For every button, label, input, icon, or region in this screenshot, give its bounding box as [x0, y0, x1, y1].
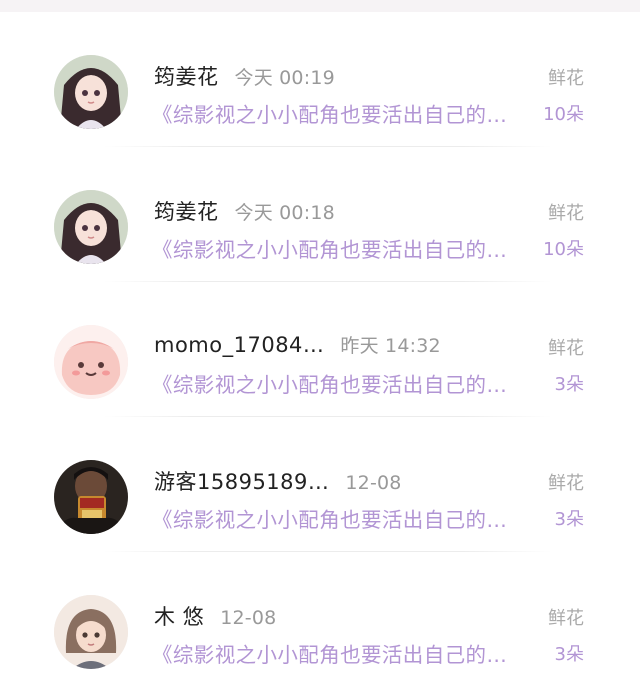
gift-type-label: 鲜花 [548, 68, 584, 89]
book-title-link[interactable]: 《综影视之小小配角也要活出自己的… [152, 98, 507, 128]
top-bar [0, 0, 640, 12]
pink-blob-avatar-icon[interactable] [54, 325, 128, 399]
sender-name-text[interactable]: momo_17084… [154, 333, 324, 357]
gift-type-label: 鲜花 [548, 473, 584, 494]
gift-time: 今天 00:19 [234, 67, 335, 89]
sender-name-text[interactable]: 筠姜花 [154, 65, 219, 89]
sender-name-text[interactable]: 筠姜花 [154, 200, 219, 224]
gift-count: 3朵 [554, 644, 584, 665]
gift-record-item[interactable]: 筠姜花 今天 00:18 《综影视之小小配角也要活出自己的… 鲜花 10朵 [0, 147, 640, 282]
anime-girl-avatar-icon[interactable] [54, 55, 128, 129]
sender-name[interactable]: 木 悠 12-08 [154, 601, 276, 631]
gift-count: 10朵 [543, 104, 584, 125]
photo-person-avatar-icon[interactable] [54, 460, 128, 534]
anime-girl-avatar-icon[interactable] [54, 190, 128, 264]
book-title-link[interactable]: 《综影视之小小配角也要活出自己的… [152, 233, 507, 263]
gift-count: 3朵 [554, 509, 584, 530]
book-title-link[interactable]: 《综影视之小小配角也要活出自己的… [152, 503, 507, 533]
book-title-link[interactable]: 《综影视之小小配角也要活出自己的… [152, 638, 507, 668]
gift-type-label: 鲜花 [548, 608, 584, 629]
gift-record-item[interactable]: momo_17084… 昨天 14:32 《综影视之小小配角也要活出自己的… 鲜花… [0, 282, 640, 417]
sender-name[interactable]: momo_17084… 昨天 14:32 [154, 331, 441, 358]
sender-name[interactable]: 筠姜花 今天 00:18 [154, 196, 335, 226]
book-title-link[interactable]: 《综影视之小小配角也要活出自己的… [152, 368, 507, 398]
gift-time: 昨天 14:32 [340, 335, 441, 357]
sender-name-text[interactable]: 木 悠 [154, 605, 204, 629]
gift-time: 今天 00:18 [234, 202, 335, 224]
gift-record-item[interactable]: 木 悠 12-08 《综影视之小小配角也要活出自己的… 鲜花 3朵 [0, 552, 640, 687]
gift-type-label: 鲜花 [548, 203, 584, 224]
gift-count: 3朵 [554, 374, 584, 395]
sender-name-text[interactable]: 游客15895189… [154, 470, 329, 494]
gift-time: 12-08 [220, 607, 277, 629]
gift-record-item[interactable]: 游客15895189… 12-08 《综影视之小小配角也要活出自己的… 鲜花 3朵 [0, 417, 640, 552]
gift-record-item[interactable]: 筠姜花 今天 00:19 《综影视之小小配角也要活出自己的… 鲜花 10朵 [0, 12, 640, 147]
sender-name[interactable]: 游客15895189… 12-08 [154, 466, 402, 496]
gift-record-list: 筠姜花 今天 00:19 《综影视之小小配角也要活出自己的… 鲜花 10朵 筠姜花… [0, 12, 640, 687]
gift-time: 12-08 [345, 472, 402, 494]
gift-type-label: 鲜花 [548, 338, 584, 359]
sender-name[interactable]: 筠姜花 今天 00:19 [154, 61, 335, 91]
gift-count: 10朵 [543, 239, 584, 260]
cartoon-girl-avatar-icon[interactable] [54, 595, 128, 669]
